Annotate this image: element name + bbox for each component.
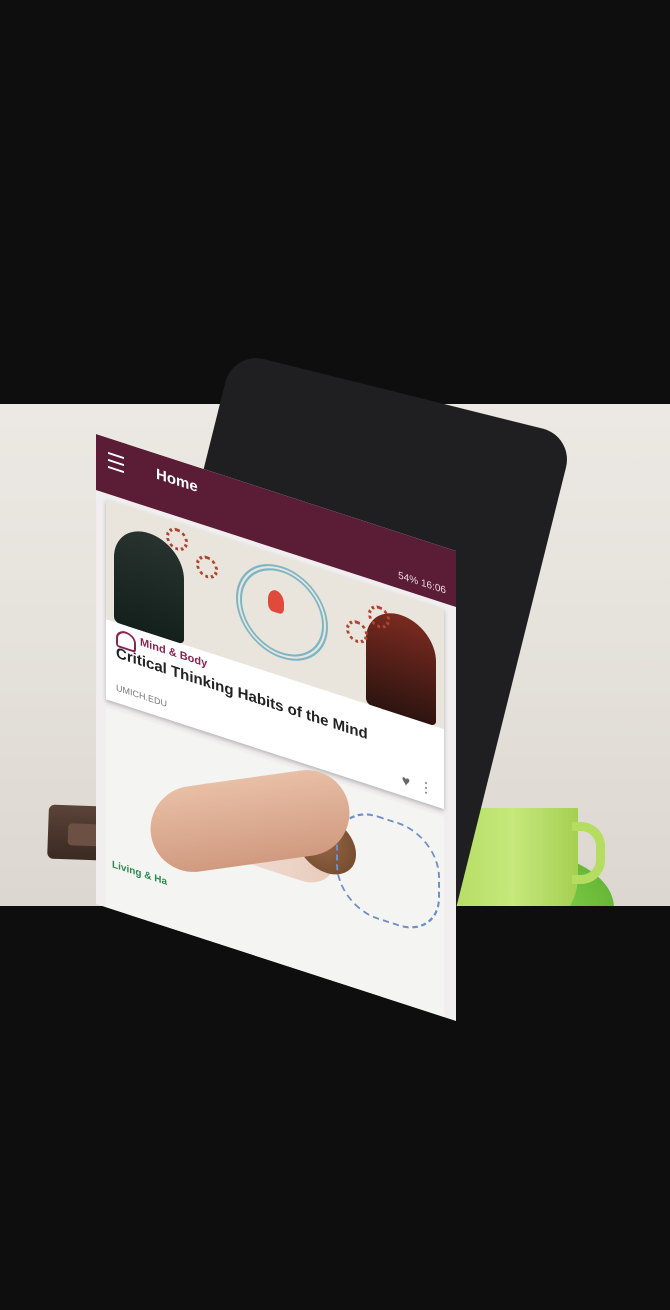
gear-icon [196,552,218,582]
gear-icon [346,617,368,647]
page-title: Home [156,465,198,497]
status-bar: 54% 16:06 [398,570,446,597]
article-image-detail [336,801,440,940]
article-source: UMICH.EDU [116,682,167,710]
heart-icon[interactable]: ♥ [402,771,410,790]
article-category[interactable]: Living & Ha [112,859,167,888]
cup-handle [572,822,605,884]
more-vertical-icon[interactable]: ⋮ [419,777,432,798]
menu-icon[interactable] [108,451,124,474]
